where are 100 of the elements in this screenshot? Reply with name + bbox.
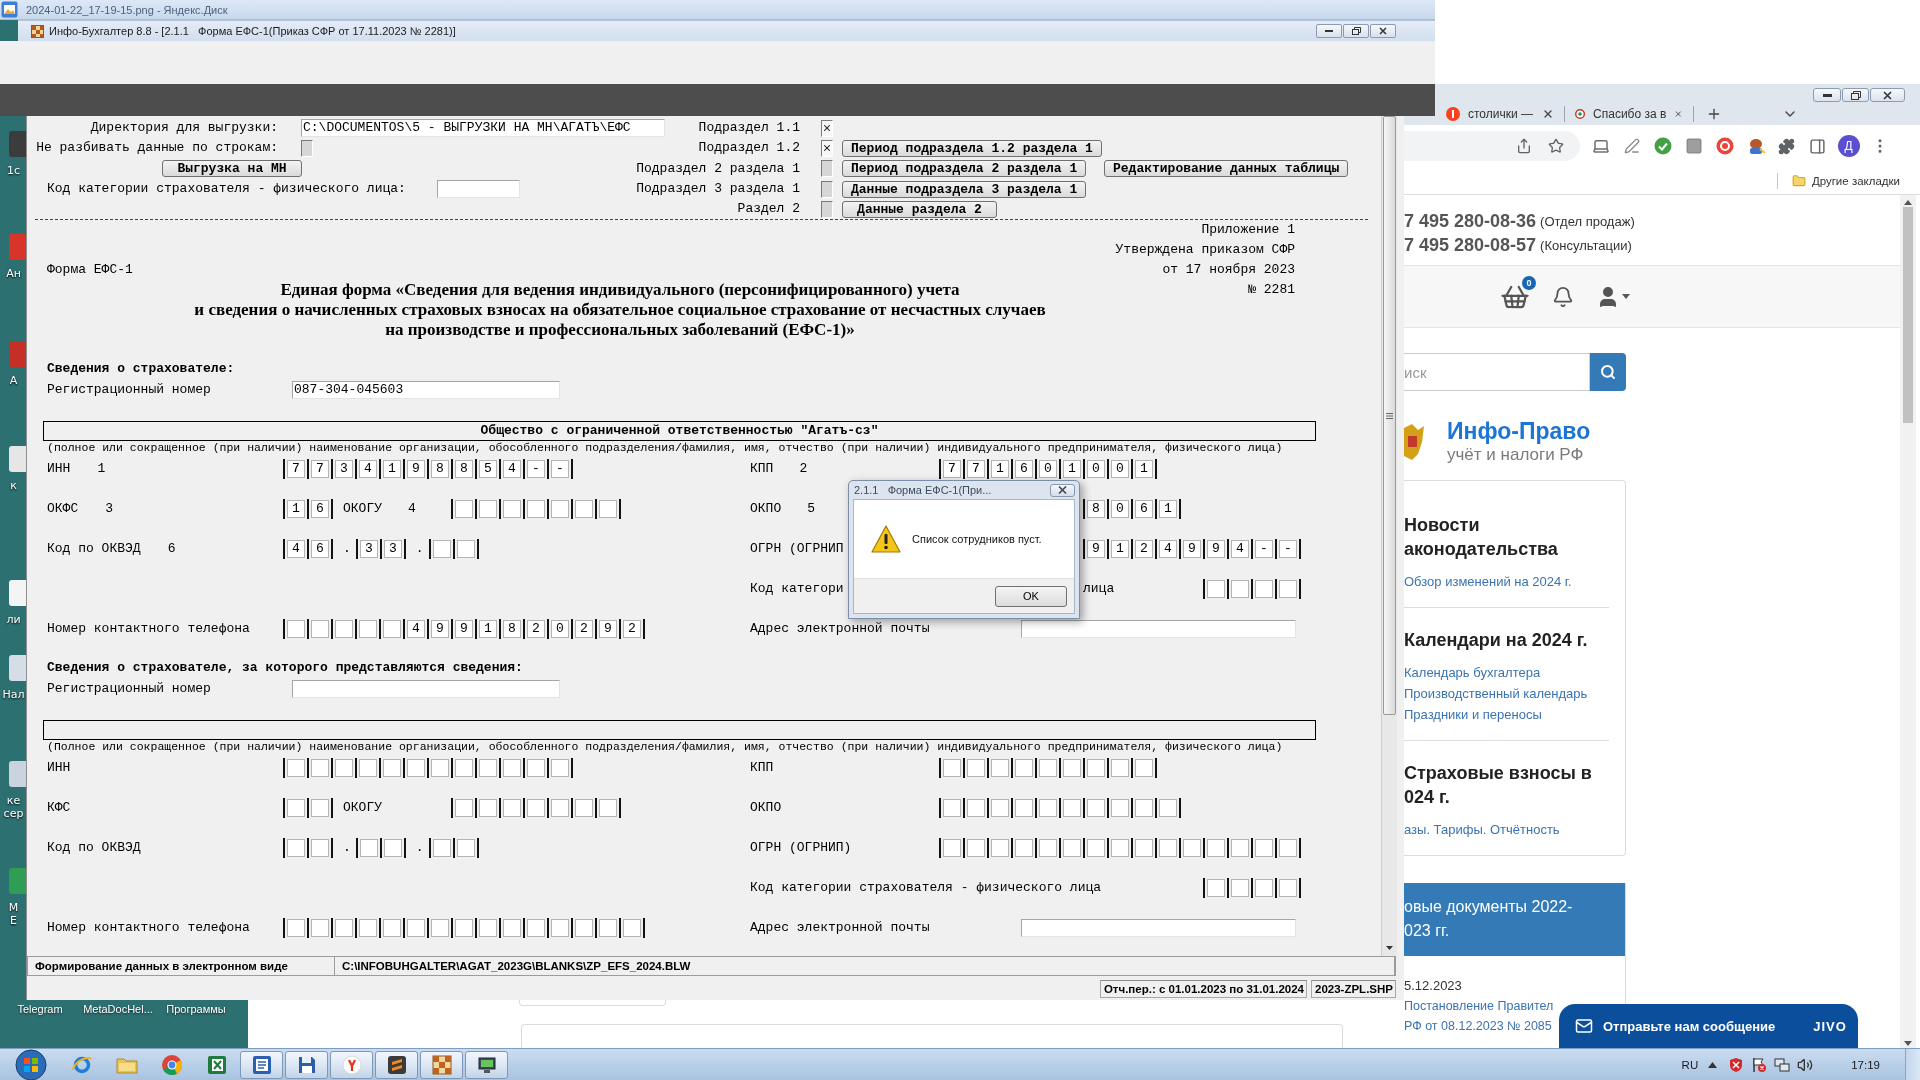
spreadsheet-icon[interactable]	[206, 1054, 227, 1075]
bookmark-folder[interactable]: Другие закладки	[1791, 173, 1900, 188]
desktop-icon-label[interactable]: Программы	[166, 1002, 226, 1048]
export-button[interactable]: Выгрузка на МН	[162, 160, 302, 178]
minimize-button[interactable]	[1316, 24, 1342, 38]
star-icon[interactable]	[1548, 138, 1564, 154]
ok-button[interactable]: OK	[995, 585, 1067, 607]
clock-time[interactable]: 17:19	[1851, 1058, 1880, 1071]
organization-name-field[interactable]	[43, 720, 1316, 741]
caret-down-icon[interactable]	[1904, 1041, 1912, 1046]
network-icon[interactable]	[1774, 1056, 1791, 1073]
square-icon[interactable]	[1684, 137, 1703, 155]
desktop-shortcut-icon[interactable]	[9, 446, 27, 472]
check-circle-icon[interactable]	[1653, 137, 1672, 155]
taskbar-button[interactable]	[285, 1050, 328, 1079]
link[interactable]: Производственный календарь	[1404, 683, 1588, 704]
envelope-icon[interactable]	[1575, 1017, 1593, 1035]
search-field[interactable]: иск	[1404, 353, 1590, 391]
checkbox[interactable]	[821, 119, 833, 137]
desktop-icon-label[interactable]: Нал	[2, 688, 25, 701]
close-button[interactable]	[1870, 88, 1905, 102]
ring-icon[interactable]	[1715, 137, 1734, 155]
section-button[interactable]: Редактирование данных таблицы	[1104, 160, 1349, 178]
scroll-thumb[interactable]	[1383, 116, 1396, 715]
close-button[interactable]	[1050, 483, 1075, 497]
checkered-tile-icon[interactable]	[431, 1054, 452, 1075]
restore-icon[interactable]	[1351, 27, 1361, 35]
search-button[interactable]	[1590, 353, 1626, 391]
link[interactable]: азы. Тарифы. Отчётность	[1404, 819, 1560, 840]
language-indicator[interactable]: RU	[1681, 1058, 1699, 1071]
desktop-shortcut-icon[interactable]	[9, 580, 27, 606]
registration-number-field[interactable]	[292, 680, 560, 699]
document-icon[interactable]	[251, 1054, 272, 1075]
laptop-icon[interactable]	[1591, 137, 1610, 155]
browser-tab[interactable]: столички —	[1438, 102, 1562, 125]
desktop-icon-label[interactable]: Telegram	[17, 1002, 63, 1048]
checkbox[interactable]	[301, 139, 313, 157]
profile-avatar[interactable]: Д	[1837, 135, 1860, 157]
directory-path-field[interactable]: C:\DOCUMENTOS\5 - ВЫГРУЗКИ НА МН\АГАТЪ\ЕФС	[301, 119, 665, 138]
link[interactable]: Праздники и переносы	[1404, 704, 1542, 725]
checkbox[interactable]	[821, 139, 833, 157]
checkbox[interactable]	[821, 160, 833, 178]
email-field[interactable]	[1021, 919, 1296, 938]
speaker-icon[interactable]	[1797, 1056, 1814, 1073]
news-link[interactable]: РФ от 08.12.2023 № 2085	[1404, 1016, 1552, 1036]
shield-icon[interactable]	[1728, 1056, 1745, 1073]
flag-orb-icon[interactable]	[15, 1048, 47, 1080]
checkbox[interactable]	[821, 180, 833, 198]
desktop-icon-label[interactable]: М	[8, 901, 19, 914]
monitor-icon[interactable]	[476, 1054, 497, 1075]
desktop-icon-label[interactable]: сер	[3, 807, 24, 820]
taskbar-button[interactable]	[375, 1050, 418, 1079]
taskbar-button[interactable]	[240, 1050, 283, 1079]
chat-prompt[interactable]: Отправьте нам сообщение	[1603, 1018, 1776, 1034]
site-logo-icon[interactable]	[1446, 106, 1460, 121]
checkbox[interactable]	[821, 200, 833, 218]
restore-button[interactable]	[1842, 88, 1869, 102]
close-icon[interactable]	[1058, 486, 1067, 494]
link[interactable]: Календарь бухгалтера	[1404, 662, 1541, 683]
side-panel-icon[interactable]	[1809, 137, 1826, 155]
restore-icon[interactable]	[1850, 90, 1861, 100]
cross-mark-icon[interactable]	[822, 123, 832, 134]
email-field[interactable]	[1021, 620, 1296, 639]
close-icon[interactable]	[1379, 27, 1387, 35]
news-link[interactable]: Постановление Правител	[1404, 996, 1554, 1016]
close-icon[interactable]	[1883, 90, 1892, 100]
pen-icon[interactable]	[1623, 138, 1640, 154]
organization-name-field[interactable]: Общество с ограниченной ответственностью "Агатъ-сз"	[43, 421, 1316, 442]
desktop-icon-label[interactable]: Ан	[6, 267, 21, 280]
flag-icon[interactable]	[1751, 1056, 1768, 1073]
minimize-button[interactable]	[1813, 88, 1841, 102]
scroll-thumb[interactable]	[1903, 207, 1913, 423]
taskbar-button[interactable]	[465, 1050, 508, 1079]
section-button[interactable]: Период подраздела 1.2 раздела 1	[842, 139, 1102, 157]
desktop-icon-label[interactable]: 1с	[6, 164, 20, 177]
restore-button[interactable]	[1343, 24, 1369, 38]
desktop-icon-label[interactable]: А	[9, 374, 18, 387]
desktop-icon-label[interactable]: ли	[6, 613, 21, 626]
round-logo-icon[interactable]	[341, 1054, 362, 1075]
chat-widget[interactable]: Отправьте нам сообщение JIVO	[1559, 1004, 1858, 1048]
desktop-icon-label[interactable]: Е	[10, 914, 17, 927]
section-button[interactable]: Данные раздела 2	[842, 200, 997, 218]
caret-up-icon[interactable]	[1708, 1061, 1718, 1068]
bell-icon[interactable]	[1552, 285, 1574, 308]
search-icon[interactable]	[1600, 364, 1616, 380]
link[interactable]: Обзор изменений на 2024 г.	[1404, 571, 1572, 592]
caret-up-icon[interactable]	[1904, 200, 1912, 205]
desktop-icon-label[interactable]: к	[10, 479, 17, 492]
desktop-icon-label[interactable]: ке	[6, 794, 21, 807]
section-button[interactable]: Данные подраздела 3 раздела 1	[842, 180, 1087, 198]
desktop-icon-label[interactable]: MetaDocHel...	[83, 1002, 153, 1048]
minimize-icon[interactable]	[1822, 93, 1832, 97]
browser-tab[interactable]: Спасибо за в	[1567, 102, 1691, 125]
puzzle-icon[interactable]	[1778, 137, 1795, 155]
registration-number-field[interactable]: 087-304-045603	[292, 381, 560, 400]
site-logo-icon[interactable]	[1575, 106, 1586, 121]
page-scrollbar[interactable]	[1900, 195, 1916, 1048]
stripes-tile-icon[interactable]	[386, 1054, 407, 1075]
vertical-scrollbar[interactable]	[1381, 116, 1397, 956]
close-button[interactable]	[1370, 24, 1396, 38]
